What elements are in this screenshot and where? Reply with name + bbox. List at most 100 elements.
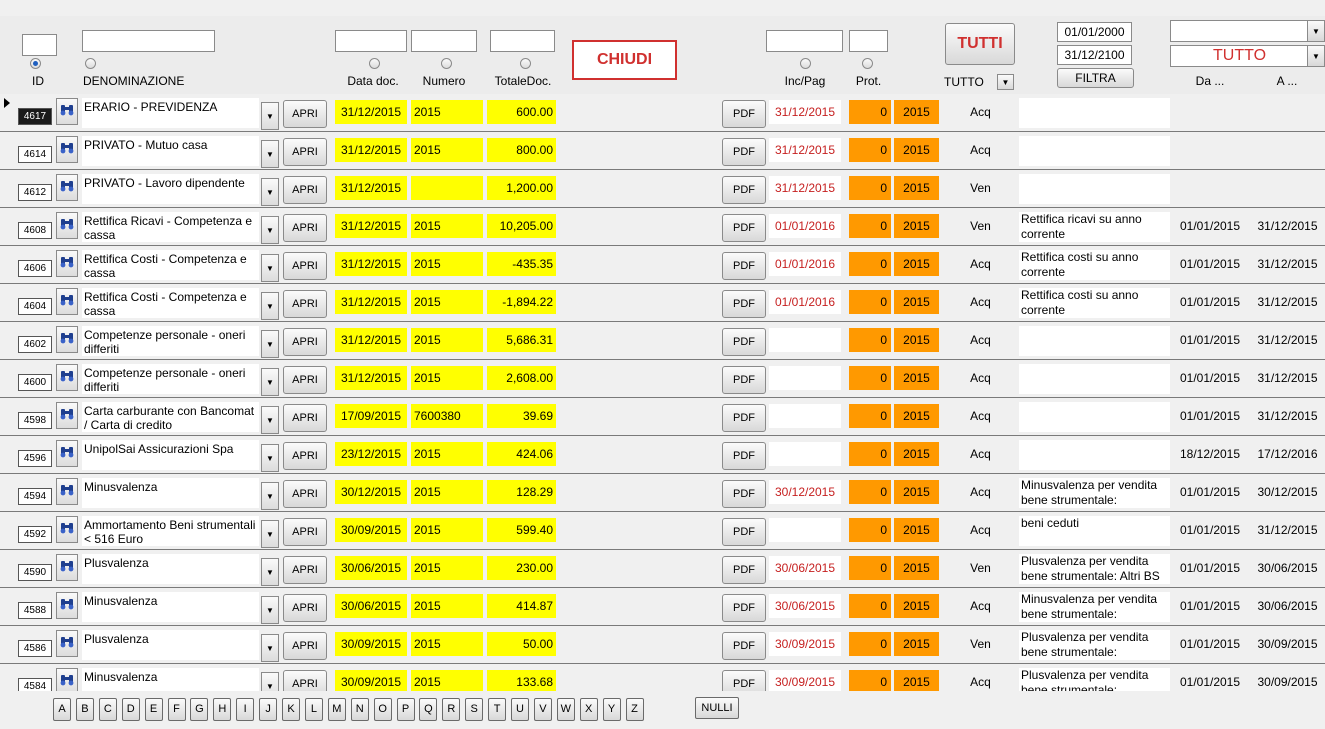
record-numero[interactable]: 7600380 (411, 404, 483, 428)
record-inc-pag[interactable]: 30/06/2015 (769, 556, 841, 580)
sort-inc-pag-radio[interactable] (800, 58, 811, 69)
record-data-doc[interactable]: 30/09/2015 (335, 518, 407, 542)
record-note[interactable] (1019, 174, 1170, 204)
table-row[interactable]: 4596 UnipolSai Assicurazioni Spa ▼ APRI 23/1… (0, 436, 1325, 474)
record-prot[interactable]: 0 (849, 138, 891, 162)
denominazione-dropdown[interactable]: ▼ (261, 406, 279, 434)
record-prot[interactable]: 0 (849, 442, 891, 466)
record-data-doc[interactable]: 17/09/2015 (335, 404, 407, 428)
search-record-button[interactable] (56, 288, 78, 315)
record-totale-doc[interactable]: 128.29 (487, 480, 556, 504)
record-inc-pag[interactable] (769, 366, 841, 390)
record-numero[interactable]: 2015 (411, 632, 483, 656)
alphabet-button-s[interactable]: S (465, 698, 484, 721)
record-totale-doc[interactable]: 599.40 (487, 518, 556, 542)
sort-id-radio[interactable] (30, 58, 41, 69)
pdf-button[interactable]: PDF (722, 632, 766, 660)
apri-button[interactable]: APRI (283, 442, 327, 470)
record-note[interactable]: Rettifica ricavi su anno corrente (1019, 212, 1170, 242)
record-totale-doc[interactable]: 230.00 (487, 556, 556, 580)
table-row[interactable]: 4592 Ammortamento Beni strumentali < 516 … (0, 512, 1325, 550)
table-row[interactable]: 4606 Rettifica Costi - Competenza e cassa… (0, 246, 1325, 284)
table-row[interactable]: 4598 Carta carburante con Bancomat / Cart… (0, 398, 1325, 436)
denominazione-dropdown[interactable]: ▼ (261, 672, 279, 691)
pdf-button[interactable]: PDF (722, 138, 766, 166)
table-row[interactable]: 4617 ERARIO - PREVIDENZA ▼ APRI 31/12/2015 20… (0, 94, 1325, 132)
alphabet-button-g[interactable]: G (190, 698, 209, 721)
record-anno[interactable]: 2015 (894, 176, 939, 200)
date-from-field[interactable]: 01/01/2000 (1057, 22, 1132, 42)
sort-numero-radio[interactable] (441, 58, 452, 69)
record-inc-pag[interactable]: 31/12/2015 (769, 100, 841, 124)
apri-button[interactable]: APRI (283, 328, 327, 356)
record-data-doc[interactable]: 30/12/2015 (335, 480, 407, 504)
apri-button[interactable]: APRI (283, 480, 327, 508)
alphabet-button-j[interactable]: J (259, 698, 278, 721)
table-row[interactable]: 4602 Competenze personale - oneri differi… (0, 322, 1325, 360)
record-anno[interactable]: 2015 (894, 556, 939, 580)
record-denominazione[interactable]: Competenze personale - oneri differiti (82, 364, 259, 394)
denominazione-dropdown[interactable]: ▼ (261, 216, 279, 244)
apri-button[interactable]: APRI (283, 518, 327, 546)
record-totale-doc[interactable]: 1,200.00 (487, 176, 556, 200)
record-numero[interactable] (411, 176, 483, 200)
alphabet-button-q[interactable]: Q (419, 698, 438, 721)
record-id[interactable]: 4592 (18, 526, 52, 543)
apri-button[interactable]: APRI (283, 594, 327, 622)
record-totale-doc[interactable]: 50.00 (487, 632, 556, 656)
top-combo[interactable]: ▼ (1170, 20, 1325, 42)
record-inc-pag[interactable]: 01/01/2016 (769, 252, 841, 276)
apri-button[interactable]: APRI (283, 100, 327, 128)
record-denominazione[interactable]: PRIVATO - Mutuo casa (82, 136, 259, 166)
record-inc-pag[interactable]: 30/12/2015 (769, 480, 841, 504)
search-record-button[interactable] (56, 516, 78, 543)
record-totale-doc[interactable]: 10,205.00 (487, 214, 556, 238)
record-note[interactable] (1019, 364, 1170, 394)
record-id[interactable]: 4596 (18, 450, 52, 467)
record-denominazione[interactable]: Rettifica Costi - Competenza e cassa (82, 250, 259, 280)
record-id[interactable]: 4606 (18, 260, 52, 277)
chiudi-button[interactable]: CHIUDI (572, 40, 677, 80)
search-record-button[interactable] (56, 402, 78, 429)
record-note[interactable]: Rettifica costi su anno corrente (1019, 250, 1170, 280)
denominazione-dropdown[interactable]: ▼ (261, 520, 279, 548)
record-prot[interactable]: 0 (849, 366, 891, 390)
denominazione-dropdown[interactable]: ▼ (261, 596, 279, 624)
denominazione-dropdown[interactable]: ▼ (261, 558, 279, 586)
pdf-button[interactable]: PDF (722, 670, 766, 691)
record-id[interactable]: 4590 (18, 564, 52, 581)
table-row[interactable]: 4614 PRIVATO - Mutuo casa ▼ APRI 31/12/2015 2… (0, 132, 1325, 170)
search-record-button[interactable] (56, 440, 78, 467)
record-totale-doc[interactable]: 39.69 (487, 404, 556, 428)
pdf-button[interactable]: PDF (722, 252, 766, 280)
record-totale-doc[interactable]: -435.35 (487, 252, 556, 276)
record-anno[interactable]: 2015 (894, 442, 939, 466)
record-data-doc[interactable]: 31/12/2015 (335, 366, 407, 390)
record-note[interactable]: Plusvalenza per vendita bene strumentale… (1019, 668, 1170, 691)
record-anno[interactable]: 2015 (894, 252, 939, 276)
record-note[interactable] (1019, 326, 1170, 356)
search-record-button[interactable] (56, 326, 78, 353)
numero-filter-input[interactable] (411, 30, 477, 52)
search-record-button[interactable] (56, 136, 78, 163)
alphabet-button-a[interactable]: A (53, 698, 71, 721)
sort-totale-doc-radio[interactable] (520, 58, 531, 69)
record-anno[interactable]: 2015 (894, 138, 939, 162)
record-id[interactable]: 4617 (18, 108, 52, 125)
record-note[interactable]: Minusvalenza per vendita bene strumental… (1019, 592, 1170, 622)
record-inc-pag[interactable] (769, 442, 841, 466)
alphabet-button-w[interactable]: W (556, 698, 575, 721)
record-prot[interactable]: 0 (849, 252, 891, 276)
alphabet-button-c[interactable]: C (98, 698, 117, 721)
alphabet-button-k[interactable]: K (282, 698, 300, 721)
record-id[interactable]: 4586 (18, 640, 52, 657)
alphabet-button-x[interactable]: X (579, 698, 598, 721)
record-inc-pag[interactable]: 30/09/2015 (769, 670, 841, 691)
record-data-doc[interactable]: 30/09/2015 (335, 632, 407, 656)
record-numero[interactable]: 2015 (411, 138, 483, 162)
search-record-button[interactable] (56, 250, 78, 277)
record-numero[interactable]: 2015 (411, 100, 483, 124)
record-prot[interactable]: 0 (849, 594, 891, 618)
data-doc-filter-input[interactable] (335, 30, 407, 52)
denominazione-dropdown[interactable]: ▼ (261, 254, 279, 282)
